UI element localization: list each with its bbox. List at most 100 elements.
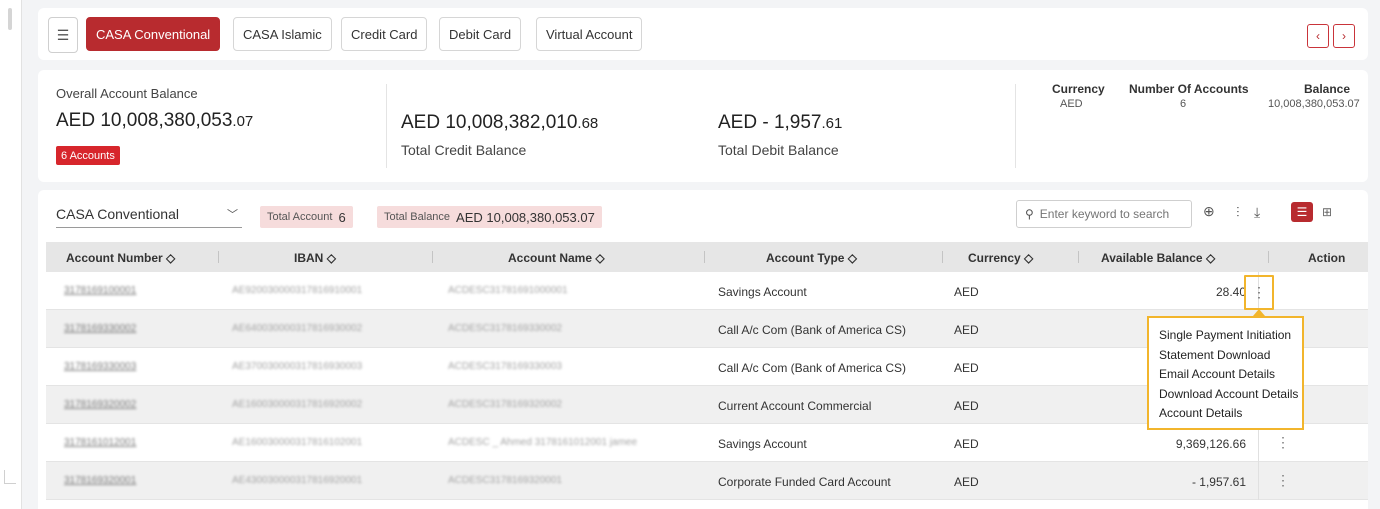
menu-single-payment-initiation[interactable]: Single Payment Initiation: [1159, 326, 1292, 346]
currency-cell: AED: [954, 399, 979, 413]
summary-divider: [386, 84, 387, 168]
header-separator: [432, 251, 433, 263]
action-separator: [1258, 462, 1259, 500]
credit-balance-amount: AED 10,008,382,010.68: [401, 112, 599, 133]
num-accounts-header: Number Of Accounts: [1129, 82, 1249, 96]
iban-cell: AE160030000317816920002: [232, 399, 363, 410]
currency-header: Currency: [1052, 82, 1105, 96]
iban-cell: AE920030000317816910001: [232, 285, 363, 296]
iban-cell: AE370030000317816930003: [232, 361, 363, 372]
header-action: Action: [1308, 251, 1346, 265]
account-name-cell: ACDESC _ Ahmed 3178161012001 jamee: [448, 437, 638, 448]
header-account-number[interactable]: Account Number ◇: [66, 251, 175, 265]
total-balance-pill: Total Balance AED 10,008,380,053.07: [377, 206, 602, 228]
currency-cell: AED: [954, 437, 979, 451]
overall-balance-label: Overall Account Balance: [56, 86, 198, 101]
chevron-right-icon: ›: [1342, 29, 1346, 43]
currency-value: AED: [1060, 98, 1083, 110]
table-header: Account Number ◇ IBAN ◇ Account Name ◇ A…: [46, 242, 1368, 272]
row-actions-kebab-icon[interactable]: ⋮: [1276, 472, 1290, 489]
account-number-link[interactable]: 3178169100001: [64, 285, 136, 296]
account-number-link[interactable]: 3178161012001: [64, 437, 136, 448]
table-row[interactable]: 3178169100001 AE920030000317816910001 AC…: [46, 272, 1368, 310]
account-type-cell: Call A/c Com (Bank of America CS): [718, 361, 907, 375]
account-number-link[interactable]: 3178169320001: [64, 475, 136, 486]
balance-summary: Overall Account Balance AED 10,008,380,0…: [38, 70, 1368, 182]
column-filter-icon[interactable]: ⫶: [1236, 204, 1240, 221]
chevron-left-icon: ‹: [1316, 29, 1320, 43]
menu-email-account-details[interactable]: Email Account Details: [1159, 365, 1292, 385]
account-category-select[interactable]: CASA Conventional ﹀: [56, 200, 242, 228]
account-number-link[interactable]: 3178169330002: [64, 323, 136, 334]
menu-download-account-details[interactable]: Download Account Details: [1159, 385, 1298, 405]
zoom-in-icon[interactable]: ⊕: [1203, 203, 1215, 220]
currency-cell: AED: [954, 323, 979, 337]
header-account-name[interactable]: Account Name ◇: [508, 251, 605, 265]
prev-tab-button[interactable]: ‹: [1307, 24, 1329, 48]
account-type-cell: Corporate Funded Card Account: [718, 475, 891, 489]
balance-cell: - 1,957.61: [1191, 475, 1246, 489]
table-row[interactable]: 3178169320001 AE430030000317816920001 AC…: [46, 462, 1368, 500]
tab-credit-card[interactable]: Credit Card: [341, 17, 428, 51]
rail-corner: [4, 470, 16, 484]
balance-cell: 28.40: [1215, 285, 1246, 299]
menu-toggle-button[interactable]: ☰: [48, 17, 78, 53]
search-icon: ⚲: [1025, 207, 1034, 221]
account-type-cell: Savings Account: [718, 285, 807, 299]
main-content: ☰ CASA Conventional CASA Islamic Credit …: [30, 0, 1372, 509]
tab-virtual-account[interactable]: Virtual Account: [536, 17, 643, 51]
left-rail: [0, 0, 22, 509]
menu-account-details[interactable]: Account Details: [1159, 404, 1292, 424]
header-separator: [942, 251, 943, 263]
header-separator: [704, 251, 705, 263]
iban-cell: AE430030000317816920001: [232, 475, 363, 486]
account-number-link[interactable]: 3178169320002: [64, 399, 136, 410]
total-account-pill: Total Account 6: [260, 206, 353, 228]
accounts-count-badge: 6 Accounts: [56, 146, 120, 165]
grid-icon: ⊞: [1321, 205, 1333, 219]
currency-cell: AED: [954, 285, 979, 299]
account-name-cell: ACDESC3178169330002: [448, 323, 562, 334]
menu-caret: [1253, 309, 1265, 316]
iban-cell: AE640030000317816930002: [232, 323, 363, 334]
next-tab-button[interactable]: ›: [1333, 24, 1355, 48]
grid-view-button[interactable]: ⊞: [1316, 202, 1338, 222]
header-currency[interactable]: Currency ◇: [968, 251, 1033, 265]
account-type-tabbar: ☰ CASA Conventional CASA Islamic Credit …: [38, 8, 1368, 60]
list-icon: ☰: [1296, 205, 1308, 219]
row-actions-kebab-highlighted[interactable]: ⋮: [1244, 275, 1274, 310]
header-iban[interactable]: IBAN ◇: [294, 251, 336, 265]
tab-casa-islamic[interactable]: CASA Islamic: [233, 17, 332, 51]
search-input[interactable]: [1039, 207, 1170, 221]
row-actions-kebab-icon[interactable]: ⋮: [1276, 434, 1290, 451]
credit-balance-label: Total Credit Balance: [401, 142, 527, 158]
num-accounts-value: 6: [1180, 98, 1187, 110]
account-number-link[interactable]: 3178169330003: [64, 361, 136, 372]
tab-debit-card[interactable]: Debit Card: [439, 17, 522, 51]
tab-casa-conventional[interactable]: CASA Conventional: [86, 17, 221, 51]
balance-value: 10,008,380,053.07: [1268, 98, 1360, 110]
summary-divider: [1015, 84, 1016, 168]
account-name-cell: ACDESC31781691000001: [448, 285, 568, 296]
download-icon[interactable]: ⤓: [1254, 204, 1260, 221]
account-type-cell: Current Account Commercial: [718, 399, 872, 413]
account-name-cell: ACDESC3178169330003: [448, 361, 562, 372]
currency-cell: AED: [954, 361, 979, 375]
iban-cell: AE160030000317816102001: [232, 437, 363, 448]
list-view-button[interactable]: ☰: [1291, 202, 1313, 222]
balance-header: Balance: [1304, 82, 1351, 96]
debit-balance-label: Total Debit Balance: [718, 142, 839, 158]
row-action-menu: Single Payment Initiation Statement Down…: [1147, 316, 1304, 430]
chevron-down-icon: ﹀: [227, 208, 238, 221]
header-account-type[interactable]: Account Type ◇: [766, 251, 857, 265]
search-box: ⚲: [1016, 200, 1192, 228]
menu-statement-download[interactable]: Statement Download: [1159, 346, 1292, 366]
scroll-stub: [8, 8, 12, 30]
hamburger-icon: ☰: [56, 26, 70, 43]
header-separator: [1078, 251, 1079, 263]
overall-balance-amount: AED 10,008,380,053.07: [56, 110, 254, 131]
balance-cell: 9,369,126.66: [1175, 437, 1246, 451]
account-name-cell: ACDESC3178169320002: [448, 399, 562, 410]
header-available-balance[interactable]: Available Balance ◇: [1101, 251, 1215, 265]
header-separator: [218, 251, 219, 263]
